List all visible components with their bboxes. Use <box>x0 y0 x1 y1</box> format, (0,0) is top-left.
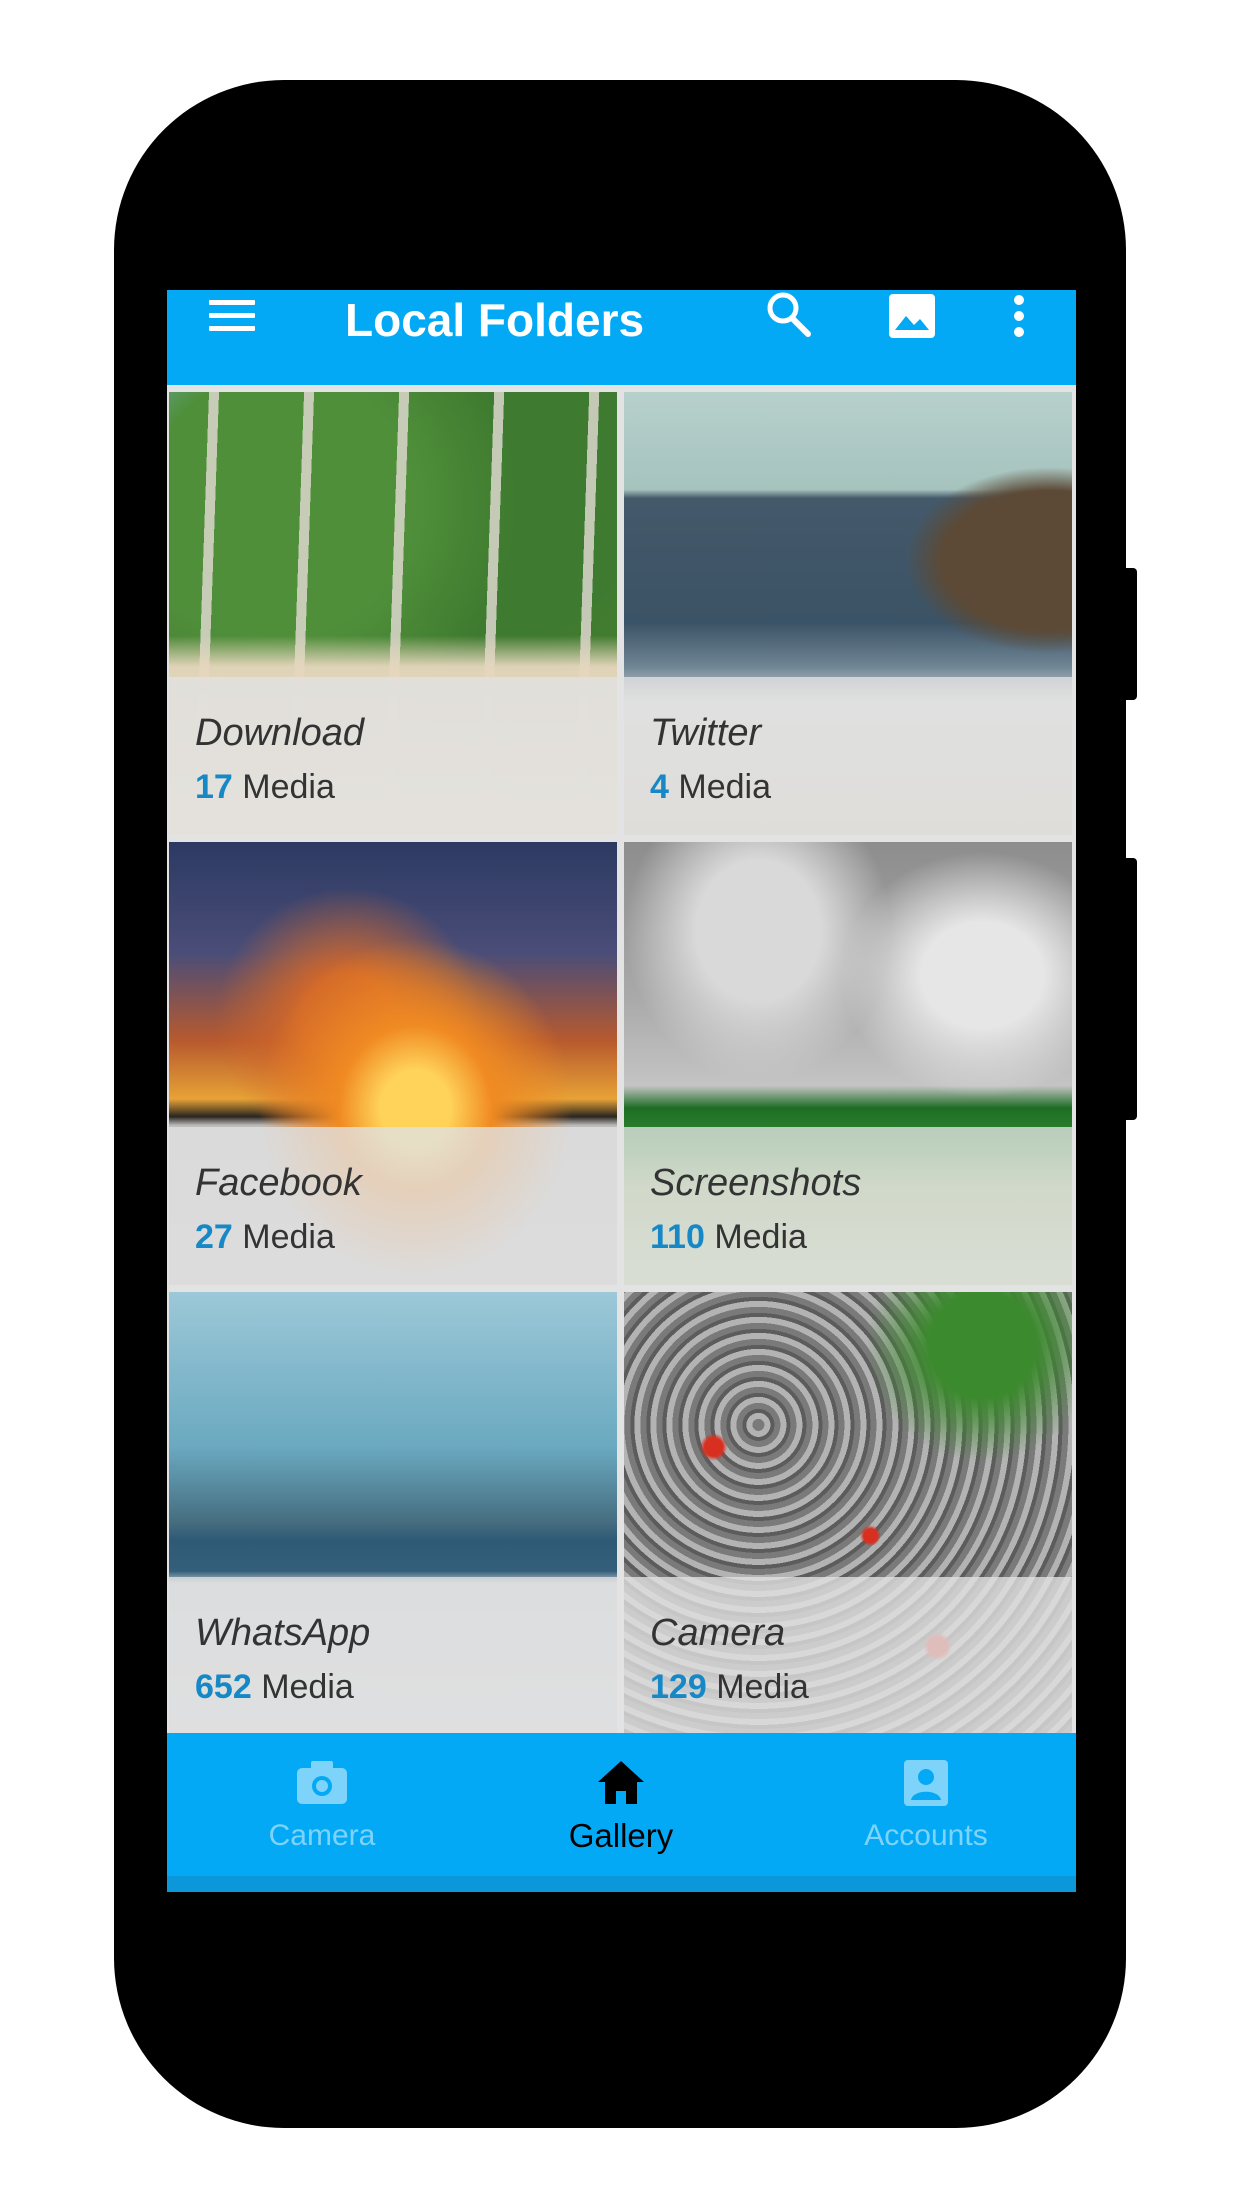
bottom-navigation: Camera Gallery Accounts <box>167 1733 1076 1892</box>
media-unit: Media <box>678 768 771 806</box>
nav-item-camera[interactable]: Camera <box>172 1733 472 1876</box>
more-vert-icon[interactable] <box>1009 294 1029 342</box>
folder-caption-overlay <box>624 1127 1072 1285</box>
folder-count: 27 Media <box>195 1218 335 1257</box>
folder-tile-camera[interactable]: Camera 129 Media <box>624 1292 1072 1735</box>
folder-name: WhatsApp <box>195 1612 371 1654</box>
folder-name: Download <box>195 712 364 754</box>
menu-icon[interactable] <box>209 300 255 338</box>
folder-name: Twitter <box>650 712 762 754</box>
media-count: 652 <box>195 1668 252 1706</box>
media-unit: Media <box>242 768 335 806</box>
folder-tile-twitter[interactable]: Twitter 4 Media <box>624 392 1072 835</box>
folder-count: 652 Media <box>195 1668 354 1707</box>
folder-caption-overlay <box>169 1127 617 1285</box>
media-count: 4 <box>650 768 669 806</box>
media-count: 27 <box>195 1218 233 1256</box>
folder-tile-whatsapp[interactable]: WhatsApp 652 Media <box>169 1292 617 1735</box>
folder-tile-download[interactable]: Download 17 Media <box>169 392 617 835</box>
camera-icon <box>297 1761 347 1804</box>
media-count: 110 <box>650 1218 705 1256</box>
folder-name: Screenshots <box>650 1162 862 1204</box>
page-title: Local Folders <box>345 294 645 346</box>
media-count: 17 <box>195 768 233 806</box>
folder-name: Camera <box>650 1612 786 1654</box>
search-icon[interactable] <box>764 290 814 340</box>
device-mockup: Local Folders Download 17 Media Twitter … <box>0 0 1242 2208</box>
media-unit: Media <box>714 1218 807 1256</box>
phone-side-button <box>1123 858 1137 1120</box>
folder-count: 17 Media <box>195 768 335 807</box>
folder-name: Facebook <box>195 1162 362 1204</box>
folder-caption-overlay <box>624 677 1072 835</box>
folder-count: 4 Media <box>650 768 771 807</box>
nav-item-accounts[interactable]: Accounts <box>776 1733 1076 1876</box>
home-icon <box>598 1761 644 1804</box>
media-unit: Media <box>261 1668 354 1706</box>
nav-item-gallery[interactable]: Gallery <box>471 1733 771 1876</box>
folder-tile-screenshots[interactable]: Screenshots 110 Media <box>624 842 1072 1285</box>
folder-caption-overlay <box>169 677 617 835</box>
app-bar: Local Folders <box>167 290 1076 385</box>
folder-count: 110 Media <box>650 1218 807 1257</box>
image-icon[interactable] <box>887 292 937 340</box>
nav-label: Accounts <box>864 1819 988 1852</box>
media-count: 129 <box>650 1668 707 1706</box>
phone-side-button <box>1123 568 1137 700</box>
folder-tile-facebook[interactable]: Facebook 27 Media <box>169 842 617 1285</box>
folder-count: 129 Media <box>650 1668 809 1707</box>
media-unit: Media <box>716 1668 809 1706</box>
account-box-icon <box>904 1760 948 1806</box>
folder-caption-overlay <box>624 1577 1072 1735</box>
folder-caption-overlay <box>169 1577 617 1735</box>
nav-label: Gallery <box>568 1817 674 1854</box>
media-unit: Media <box>242 1218 335 1256</box>
nav-label: Camera <box>268 1819 376 1852</box>
app-screen: Local Folders Download 17 Media Twitter … <box>167 290 1076 1892</box>
